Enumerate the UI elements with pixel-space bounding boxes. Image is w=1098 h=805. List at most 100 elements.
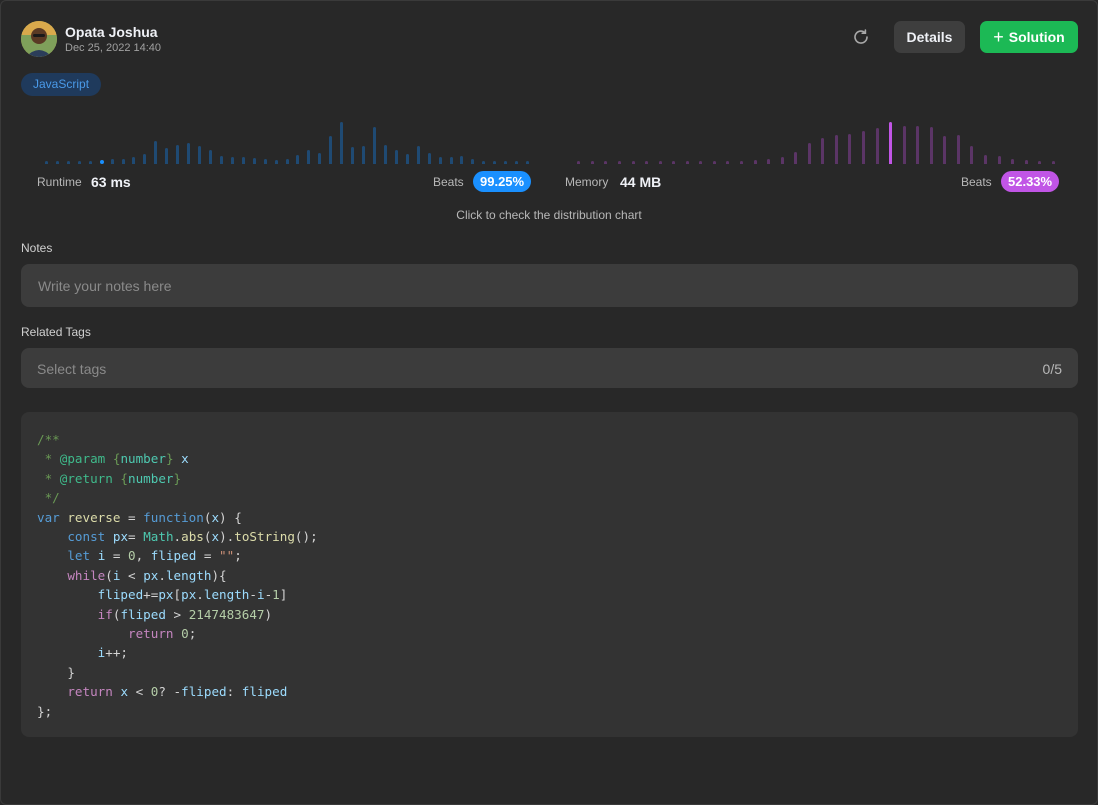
- memory-bar: [618, 161, 621, 164]
- memory-bar: [943, 136, 946, 164]
- memory-bar: [970, 146, 973, 164]
- memory-beats-label: Beats: [961, 175, 992, 189]
- solution-button[interactable]: + Solution: [980, 21, 1078, 53]
- runtime-bar: [198, 146, 201, 164]
- memory-bar: [659, 161, 662, 164]
- memory-bar: [862, 131, 865, 164]
- runtime-bar: [242, 157, 245, 164]
- memory-bar: [903, 126, 906, 164]
- runtime-bar: [384, 145, 387, 164]
- runtime-bar: [220, 156, 223, 164]
- plus-icon: +: [993, 27, 1004, 47]
- memory-bar: [1038, 161, 1041, 164]
- memory-bar: [1011, 159, 1014, 164]
- memory-bar: [848, 134, 851, 164]
- runtime-bar: [264, 159, 267, 164]
- runtime-bar: [471, 159, 474, 164]
- memory-label: Memory: [565, 175, 609, 189]
- memory-bar: [808, 143, 811, 164]
- tags-count: 0/5: [1042, 361, 1062, 377]
- memory-value: 44 MB: [620, 174, 662, 190]
- runtime-label: Runtime: [37, 175, 82, 189]
- runtime-bar: [329, 136, 332, 164]
- runtime-bar: [406, 154, 409, 164]
- memory-bar: [591, 161, 594, 164]
- memory-distribution-chart[interactable]: [572, 112, 1060, 164]
- runtime-bar: [504, 161, 507, 164]
- memory-bar: [767, 159, 770, 164]
- runtime-bar: [439, 157, 442, 164]
- memory-bar: [740, 161, 743, 164]
- language-tag[interactable]: JavaScript: [21, 73, 102, 96]
- runtime-bar: [286, 159, 289, 164]
- runtime-bar: [45, 161, 48, 164]
- runtime-bar: [132, 157, 135, 164]
- memory-bar: [998, 156, 1001, 164]
- memory-bar: [794, 152, 797, 164]
- author-name[interactable]: Opata Joshua: [65, 24, 158, 40]
- memory-beats-badge: 52.33%: [1001, 171, 1060, 192]
- tags-select[interactable]: Select tags 0/5: [21, 348, 1078, 388]
- memory-bar: [821, 138, 824, 164]
- memory-bar: [672, 161, 675, 164]
- runtime-bar: [154, 141, 157, 164]
- runtime-bar: [209, 150, 212, 164]
- runtime-bar: [460, 156, 463, 164]
- memory-bar: [645, 161, 648, 164]
- memory-bar: [916, 126, 919, 164]
- distribution-chart-link[interactable]: Click to check the distribution chart: [0, 208, 1098, 222]
- runtime-bar: [275, 160, 278, 164]
- memory-bar: [1052, 161, 1055, 164]
- memory-bar: [632, 161, 635, 164]
- runtime-bar: [56, 161, 59, 164]
- runtime-bar: [482, 161, 485, 164]
- memory-bar: [686, 161, 689, 164]
- runtime-bar: [143, 154, 146, 164]
- solution-button-label: Solution: [1008, 29, 1065, 45]
- runtime-bar: [176, 145, 179, 164]
- runtime-bar: [307, 150, 310, 164]
- runtime-beats-label: Beats: [433, 175, 464, 189]
- memory-bar: [984, 155, 987, 164]
- code-content: /** * @param {number} x * @return {numbe…: [37, 432, 318, 719]
- runtime-value: 63 ms: [91, 174, 131, 190]
- avatar[interactable]: [21, 21, 57, 57]
- tags-placeholder: Select tags: [37, 361, 107, 377]
- runtime-bar: [111, 159, 114, 164]
- runtime-bar: [231, 157, 234, 164]
- runtime-bar: [318, 153, 321, 164]
- code-block[interactable]: /** * @param {number} x * @return {numbe…: [21, 412, 1078, 737]
- runtime-bar: [100, 160, 104, 164]
- memory-bar: [1025, 160, 1028, 164]
- runtime-bar: [515, 161, 518, 164]
- runtime-bar: [89, 161, 92, 164]
- runtime-distribution-chart[interactable]: [41, 112, 533, 164]
- memory-bar: [604, 161, 607, 164]
- runtime-bar: [395, 150, 398, 164]
- runtime-bar: [428, 153, 431, 164]
- runtime-bar: [67, 161, 70, 164]
- memory-bar: [577, 161, 580, 164]
- runtime-bar: [450, 157, 453, 164]
- runtime-bar: [526, 161, 529, 164]
- memory-bar: [835, 135, 838, 164]
- memory-bar: [957, 135, 960, 164]
- runtime-bar: [122, 159, 125, 164]
- runtime-beats-badge: 99.25%: [473, 171, 532, 192]
- runtime-bar: [78, 161, 81, 164]
- memory-bar: [889, 122, 892, 164]
- details-button[interactable]: Details: [894, 21, 965, 53]
- runtime-bar: [187, 143, 190, 164]
- runtime-bar: [296, 155, 299, 164]
- runtime-bar: [362, 146, 365, 164]
- notes-input[interactable]: [21, 264, 1078, 307]
- runtime-bar: [373, 127, 376, 164]
- memory-bar: [713, 161, 716, 164]
- notes-label: Notes: [21, 241, 53, 255]
- submission-date: Dec 25, 2022 14:40: [65, 42, 162, 54]
- reset-icon[interactable]: [850, 26, 872, 48]
- runtime-bar: [417, 146, 420, 164]
- memory-bar: [876, 128, 879, 164]
- memory-bar: [930, 127, 933, 164]
- memory-bar: [754, 160, 757, 164]
